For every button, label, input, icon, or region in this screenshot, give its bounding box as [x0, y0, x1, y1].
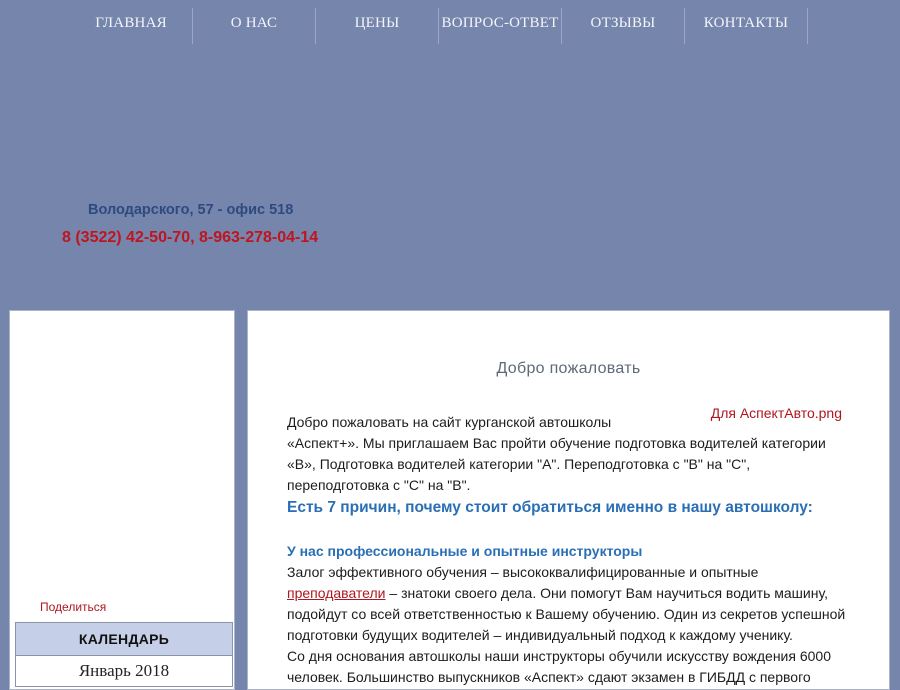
- calendar-title: КАЛЕНДАРЬ: [16, 623, 232, 656]
- share-link[interactable]: Поделиться: [40, 600, 106, 614]
- nav-item-reviews[interactable]: ОТЗЫВЫ: [562, 8, 685, 44]
- calendar-month[interactable]: Январь 2018: [16, 656, 232, 686]
- nav-item-home[interactable]: ГЛАВНАЯ: [70, 8, 193, 44]
- reason-1-text-before: Залог эффективного обучения – высококвал…: [287, 564, 759, 580]
- nav-item-prices[interactable]: ЦЕНЫ: [316, 8, 439, 44]
- intro-paragraph: «Аспект+». Мы приглашаем Вас пройти обуч…: [287, 435, 826, 493]
- header-address: Володарского, 57 - офис 518: [88, 202, 294, 218]
- nav-item-faq[interactable]: ВОПРОС-ОТВЕТ: [439, 8, 562, 44]
- teachers-link[interactable]: преподаватели: [287, 585, 386, 601]
- reason-1-text-2: Со дня основания автошколы наши инструкт…: [287, 648, 831, 685]
- nav-item-about[interactable]: О НАС: [193, 8, 316, 44]
- reasons-heading: Есть 7 причин, почему стоит обратиться и…: [287, 499, 813, 516]
- main-nav: ГЛАВНАЯ О НАС ЦЕНЫ ВОПРОС-ОТВЕТ ОТЗЫВЫ К…: [70, 8, 808, 44]
- page-title: Добро пожаловать: [496, 360, 641, 377]
- calendar-widget: КАЛЕНДАРЬ Январь 2018: [15, 622, 233, 687]
- main-content: Добро пожаловать Для АспектАвто.png Добр…: [247, 310, 890, 690]
- article-body: Добро пожаловать на сайт курганской авто…: [287, 412, 847, 688]
- reason-1-text: Залог эффективного обучения – высококвал…: [287, 562, 847, 646]
- sidebar: Поделиться КАЛЕНДАРЬ Январь 2018: [9, 310, 235, 690]
- nav-item-contacts[interactable]: КОНТАКТЫ: [685, 8, 808, 44]
- header-phone: 8 (3522) 42-50-70, 8-963-278-04-14: [62, 229, 319, 246]
- reason-1-heading: У нас профессиональные и опытные инструк…: [287, 543, 643, 559]
- intro-line-1: Добро пожаловать на сайт курганской авто…: [287, 414, 612, 430]
